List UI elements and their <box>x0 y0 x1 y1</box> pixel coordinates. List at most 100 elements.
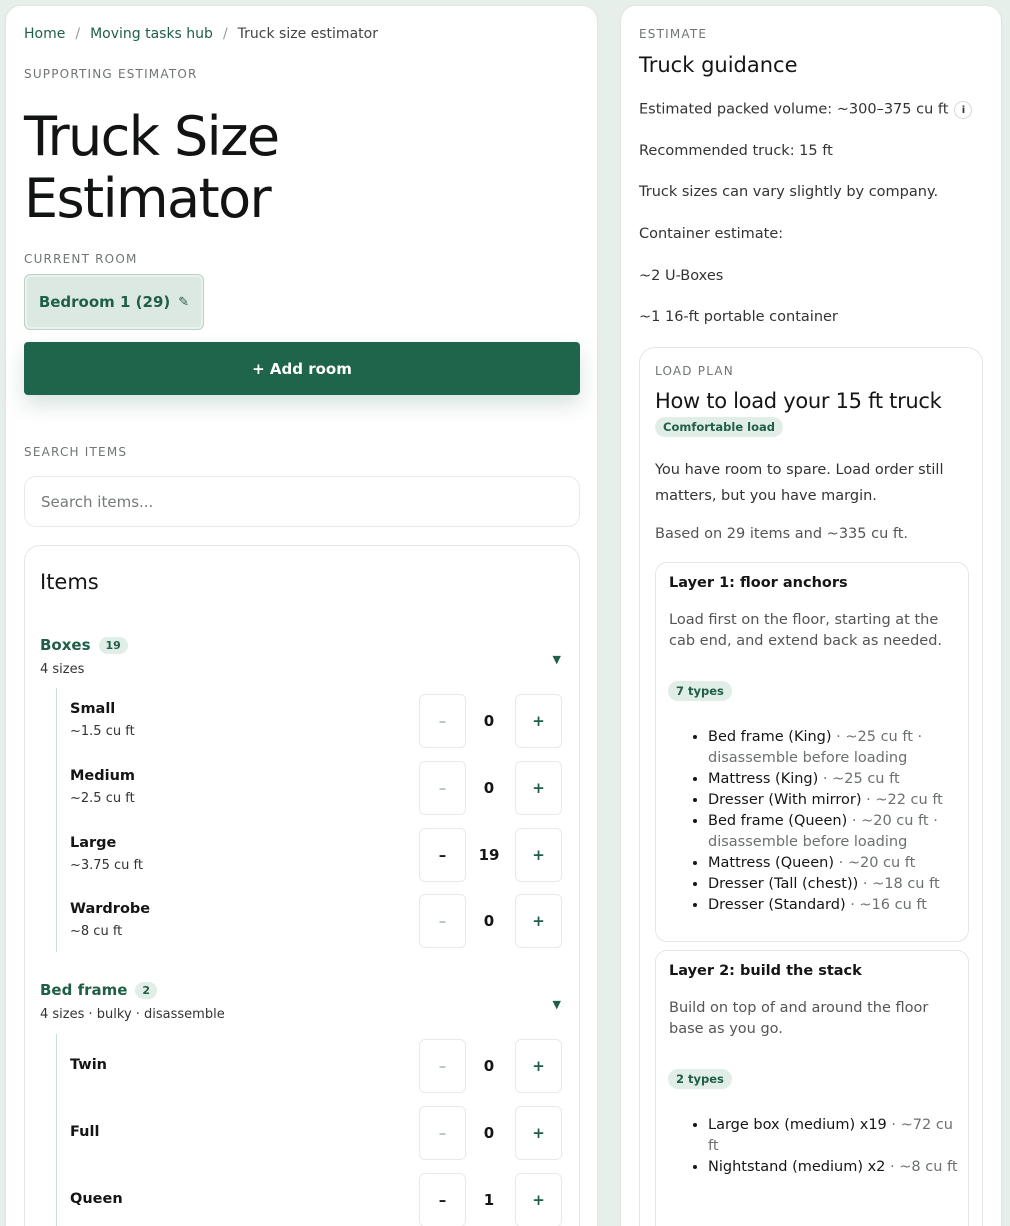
truck-size-note: Truck sizes can vary slightly by company… <box>639 184 939 200</box>
quantity-value: 19 <box>478 846 500 864</box>
layer-card: Layer 1: floor anchors Load first on the… <box>655 562 969 942</box>
list-item: Mattress (Queen) · ~20 cu ft <box>708 853 958 874</box>
category-name: Boxes <box>40 636 91 654</box>
increment-button[interactable]: + <box>515 894 562 948</box>
search-input[interactable] <box>24 476 580 527</box>
item-name: Queen <box>70 1191 123 1207</box>
estimator-panel: Home / Moving tasks hub / Truck size est… <box>5 5 598 1226</box>
list-item: Dresser (Standard) · ~16 cu ft <box>708 895 958 916</box>
container-estimate-portable: ~1 16-ft portable container <box>639 309 838 325</box>
list-item: Nightstand (medium) x2 · ~8 cu ft <box>708 1157 958 1178</box>
category-subtitle: 4 sizes · bulky · disassemble <box>40 1007 225 1022</box>
quantity-value: 0 <box>483 779 495 797</box>
category-name: Bed frame <box>40 981 128 999</box>
item-name: Medium <box>70 768 136 784</box>
search-items-label: SEARCH ITEMS <box>24 445 128 459</box>
decrement-button[interactable]: – <box>419 1106 466 1160</box>
category-rail <box>56 688 57 952</box>
load-plan-title: How to load your 15 ft truck <box>655 389 942 413</box>
recommended-truck: Recommended truck: 15 ft <box>639 143 833 159</box>
load-plan-description: You have room to spare. Load order still… <box>655 462 944 504</box>
decrement-button[interactable]: – <box>419 1173 466 1226</box>
quantity-value: 1 <box>483 1191 495 1209</box>
estimate-panel: ESTIMATE Truck guidance Estimated packed… <box>620 5 1002 1226</box>
increment-button[interactable]: + <box>515 1106 562 1160</box>
breadcrumb-separator: / <box>222 26 228 42</box>
item-volume: ~2.5 cu ft <box>70 791 135 806</box>
layer-title: Layer 1: floor anchors <box>669 575 848 591</box>
layer-card: Layer 2: build the stack Build on top of… <box>655 950 969 1226</box>
quantity-value: 0 <box>483 1057 495 1075</box>
decrement-button[interactable]: – <box>419 828 466 882</box>
layer-item-list: Bed frame (King) · ~25 cu ft · disassemb… <box>708 727 958 916</box>
list-item: Dresser (Tall (chest)) · ~18 cu ft <box>708 874 958 895</box>
list-item: Large box (medium) x19 · ~72 cu ft <box>708 1115 958 1157</box>
estimate-eyebrow: ESTIMATE <box>639 27 708 41</box>
increment-button[interactable]: + <box>515 828 562 882</box>
list-item: Mattress (King) · ~25 cu ft <box>708 769 958 790</box>
quantity-value: 0 <box>483 1124 495 1142</box>
items-heading: Items <box>40 570 99 594</box>
chevron-down-icon[interactable]: ▼ <box>553 653 561 666</box>
quantity-value: 0 <box>483 912 495 930</box>
info-icon[interactable]: i <box>954 101 973 119</box>
page-eyebrow: SUPPORTING ESTIMATOR <box>24 67 198 81</box>
breadcrumb-current: Truck size estimator <box>237 26 378 42</box>
breadcrumb-separator: / <box>75 26 81 42</box>
layer-type-count: 2 types <box>668 1069 732 1089</box>
breadcrumb-moving-tasks-hub[interactable]: Moving tasks hub <box>90 26 213 42</box>
category-boxes[interactable]: Boxes 19 <box>40 636 128 654</box>
category-bed-frame[interactable]: Bed frame 2 <box>40 981 158 999</box>
item-name: Wardrobe <box>70 901 151 917</box>
layer-item-list: Large box (medium) x19 · ~72 cu ft Night… <box>708 1115 958 1178</box>
page-title-line-2: Estimator <box>24 167 272 230</box>
page-title: Truck Size Estimator <box>24 105 280 230</box>
load-plan-card: LOAD PLAN How to load your 15 ft truck C… <box>639 347 983 1226</box>
increment-button[interactable]: + <box>515 761 562 815</box>
load-plan-basis: Based on 29 items and ~335 cu ft. <box>655 526 909 542</box>
load-status-badge: Comfortable load <box>655 417 783 437</box>
current-room-name: Bedroom 1 (29) <box>38 293 171 311</box>
category-subtitle: 4 sizes <box>40 662 85 677</box>
item-name: Twin <box>70 1057 107 1073</box>
add-room-button[interactable]: + Add room <box>24 342 580 395</box>
container-estimate-label: Container estimate: <box>639 226 784 242</box>
estimate-title: Truck guidance <box>639 53 798 77</box>
breadcrumb: Home / Moving tasks hub / Truck size est… <box>24 26 378 42</box>
increment-button[interactable]: + <box>515 694 562 748</box>
list-item: Bed frame (Queen) · ~20 cu ft · disassem… <box>708 811 958 853</box>
category-count-badge: 2 <box>135 981 158 999</box>
list-item: Bed frame (King) · ~25 cu ft · disassemb… <box>708 727 958 769</box>
decrement-button[interactable]: – <box>419 761 466 815</box>
current-room-label: CURRENT ROOM <box>24 252 138 266</box>
increment-button[interactable]: + <box>515 1039 562 1093</box>
layer-type-count: 7 types <box>668 681 732 701</box>
item-name: Small <box>70 701 116 717</box>
container-estimate-uboxes: ~2 U-Boxes <box>639 268 724 284</box>
increment-button[interactable]: + <box>515 1173 562 1226</box>
items-panel: Items Boxes 19 4 sizes ▼ Small ~1.5 cu f… <box>24 545 580 1226</box>
chevron-down-icon[interactable]: ▼ <box>553 998 561 1011</box>
estimated-volume-text: Estimated packed volume: ~300–375 cu ft <box>639 101 949 118</box>
decrement-button[interactable]: – <box>419 694 466 748</box>
breadcrumb-home[interactable]: Home <box>24 26 65 42</box>
item-volume: ~3.75 cu ft <box>70 858 143 873</box>
item-name: Full <box>70 1124 100 1140</box>
layer-title: Layer 2: build the stack <box>669 963 862 979</box>
quantity-value: 0 <box>483 712 495 730</box>
layer-description: Load first on the floor, starting at the… <box>669 612 943 649</box>
estimated-volume: Estimated packed volume: ~300–375 cu ft i <box>639 101 973 119</box>
pencil-icon[interactable]: ✎ <box>178 295 189 310</box>
item-volume: ~8 cu ft <box>70 924 123 939</box>
page-title-line-1: Truck Size <box>24 105 280 168</box>
item-volume: ~1.5 cu ft <box>70 724 135 739</box>
list-item: Dresser (With mirror) · ~22 cu ft <box>708 790 958 811</box>
layer-description: Build on top of and around the floor bas… <box>669 1000 929 1037</box>
current-room-chip[interactable]: Bedroom 1 (29) ✎ <box>24 274 204 330</box>
load-plan-eyebrow: LOAD PLAN <box>655 364 734 378</box>
decrement-button[interactable]: – <box>419 1039 466 1093</box>
category-count-badge: 19 <box>98 636 128 654</box>
item-name: Large <box>70 835 117 851</box>
decrement-button[interactable]: – <box>419 894 466 948</box>
category-rail <box>56 1034 57 1226</box>
